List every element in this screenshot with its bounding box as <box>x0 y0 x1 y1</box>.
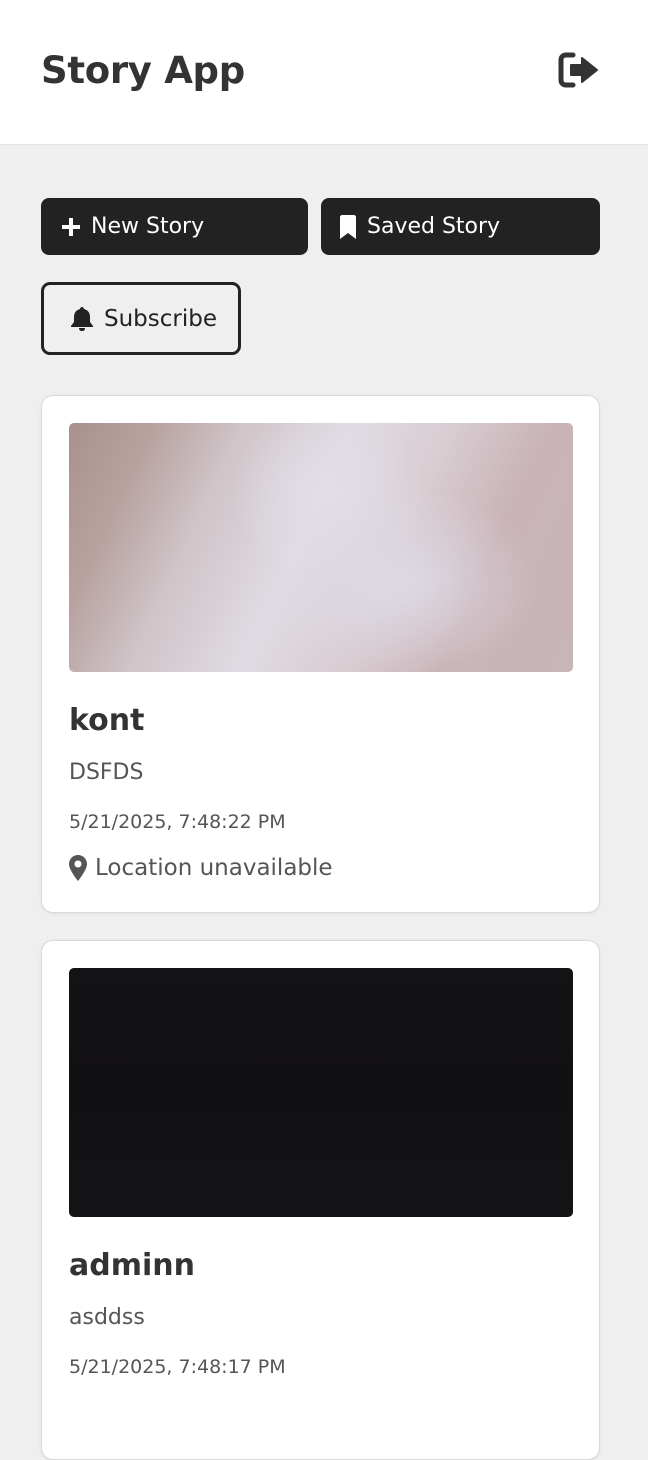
sign-out-icon <box>556 50 602 90</box>
story-description: DSFDS <box>69 760 144 785</box>
story-image <box>69 423 573 672</box>
story-title: kont <box>69 703 145 738</box>
new-story-button[interactable]: New Story <box>41 198 308 255</box>
story-image <box>69 968 573 1217</box>
saved-story-button[interactable]: Saved Story <box>321 198 600 255</box>
new-story-label: New Story <box>91 214 205 239</box>
story-date: 5/21/2025, 7:48:17 PM <box>69 1356 286 1378</box>
story-card[interactable]: adminn asddss 5/21/2025, 7:48:17 PM <box>41 940 600 1460</box>
story-description: asddss <box>69 1305 145 1330</box>
app-header: Story App <box>0 0 648 145</box>
saved-story-label: Saved Story <box>367 214 501 239</box>
map-marker-icon <box>69 855 87 881</box>
bookmark-icon <box>339 214 357 239</box>
story-location-text: Location unavailable <box>95 855 333 881</box>
logout-button[interactable] <box>556 50 602 90</box>
story-date: 5/21/2025, 7:48:22 PM <box>69 811 286 833</box>
story-title: adminn <box>69 1248 195 1283</box>
bell-icon <box>70 306 94 332</box>
app-title: Story App <box>41 49 245 92</box>
subscribe-button[interactable]: Subscribe <box>41 282 241 355</box>
plus-icon <box>61 217 81 237</box>
subscribe-label: Subscribe <box>104 305 218 332</box>
story-card[interactable]: kont DSFDS 5/21/2025, 7:48:22 PM Locatio… <box>41 395 600 913</box>
story-location: Location unavailable <box>69 852 333 884</box>
